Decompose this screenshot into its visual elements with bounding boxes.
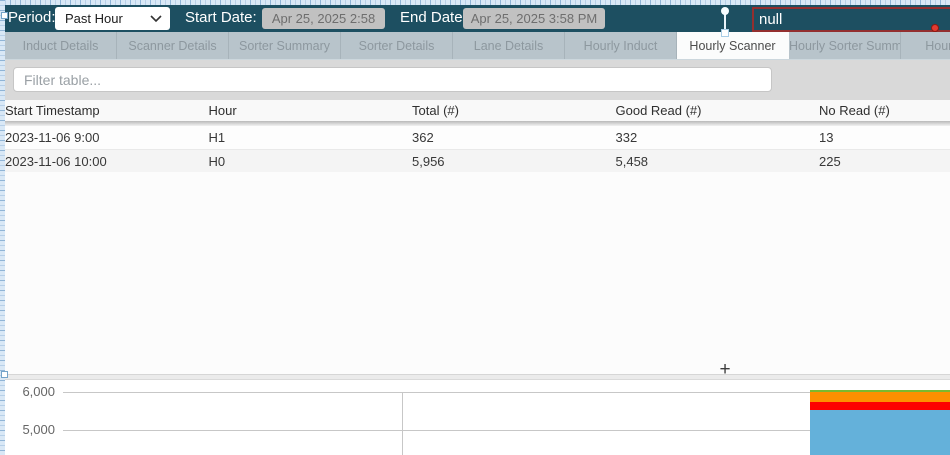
- period-label: Period:: [8, 9, 56, 26]
- hourly-scanner-table: Start Timestamp Hour Total (#) Good Read…: [0, 100, 950, 374]
- start-date-label: Start Date:: [185, 9, 257, 26]
- end-date-label: End Date:: [400, 9, 467, 26]
- cell-good-read: 5,458: [611, 150, 815, 173]
- col-header-hour[interactable]: Hour: [204, 100, 408, 121]
- tab-strip: Induct Details Scanner Details Sorter Su…: [0, 32, 950, 60]
- filter-table-input[interactable]: [13, 67, 772, 92]
- stacked-bar[interactable]: [810, 390, 950, 455]
- ruler-left: [0, 0, 5, 455]
- ruler-top: [0, 0, 950, 5]
- tab-hourly-scanner[interactable]: Hourly Scanner: [677, 32, 789, 60]
- y-axis-tick-5000: 5,000: [0, 422, 55, 437]
- table-row[interactable]: 2023-11-06 10:00 H0 5,956 5,458 225: [0, 149, 950, 172]
- cell-total: 5,956: [407, 150, 611, 173]
- period-select-value: Past Hour: [65, 11, 123, 26]
- tab-hourly-sorter-summary[interactable]: Hourly Sorter Summar: [789, 32, 901, 60]
- cell-start-timestamp: 2023-11-06 9:00: [0, 126, 204, 149]
- ruler-guide-handle[interactable]: [1, 371, 8, 378]
- tab-lane-details[interactable]: Lane Details: [453, 32, 565, 60]
- bar-segment-blue: [810, 410, 950, 455]
- end-date-field[interactable]: Apr 25, 2025 3:58 PM: [463, 8, 605, 29]
- tab-sorter-summary[interactable]: Sorter Summary: [229, 32, 341, 60]
- hourly-scanner-chart: 6,000 5,000: [0, 380, 950, 455]
- filter-bar: [0, 60, 950, 100]
- cell-hour: H1: [204, 126, 408, 149]
- cell-good-read: 332: [611, 126, 815, 149]
- period-select[interactable]: Past Hour: [55, 7, 170, 30]
- y-axis-tick-6000: 6,000: [0, 384, 55, 399]
- unbound-value-box[interactable]: null: [752, 7, 950, 32]
- tab-hourly-sorter-details[interactable]: Hourly Sort: [901, 32, 950, 60]
- start-date-field[interactable]: Apr 25, 2025 2:58 PM: [262, 8, 385, 29]
- error-dot-indicator: [931, 24, 939, 32]
- drag-guide-square-handle[interactable]: [721, 29, 729, 37]
- drag-guide-dot-handle[interactable]: [721, 7, 729, 15]
- tab-hourly-induct[interactable]: Hourly Induct: [565, 32, 677, 60]
- col-header-no-read[interactable]: No Read (#): [814, 100, 950, 121]
- designer-canvas: Period: Past Hour Start Date: Apr 25, 20…: [0, 0, 950, 455]
- cell-no-read: 13: [814, 126, 950, 149]
- table-header-row: Start Timestamp Hour Total (#) Good Read…: [0, 100, 950, 121]
- bar-segment-orange: [810, 392, 950, 402]
- col-header-total[interactable]: Total (#): [407, 100, 611, 121]
- col-header-good-read[interactable]: Good Read (#): [611, 100, 815, 121]
- cell-start-timestamp: 2023-11-06 10:00: [0, 150, 204, 173]
- cell-no-read: 225: [814, 150, 950, 173]
- cell-total: 362: [407, 126, 611, 149]
- bar-segment-red: [810, 402, 950, 411]
- tab-scanner-details[interactable]: Scanner Details: [117, 32, 229, 60]
- gridline-vertical: [402, 392, 403, 455]
- chevron-down-icon: [150, 14, 162, 23]
- table-row[interactable]: 2023-11-06 9:00 H1 362 332 13: [0, 126, 950, 149]
- cell-hour: H0: [204, 150, 408, 173]
- tab-sorter-details[interactable]: Sorter Details: [341, 32, 453, 60]
- ruler-guide-handle[interactable]: [1, 12, 8, 19]
- tab-induct-details[interactable]: Induct Details: [5, 32, 117, 60]
- col-header-start-timestamp[interactable]: Start Timestamp: [0, 100, 204, 121]
